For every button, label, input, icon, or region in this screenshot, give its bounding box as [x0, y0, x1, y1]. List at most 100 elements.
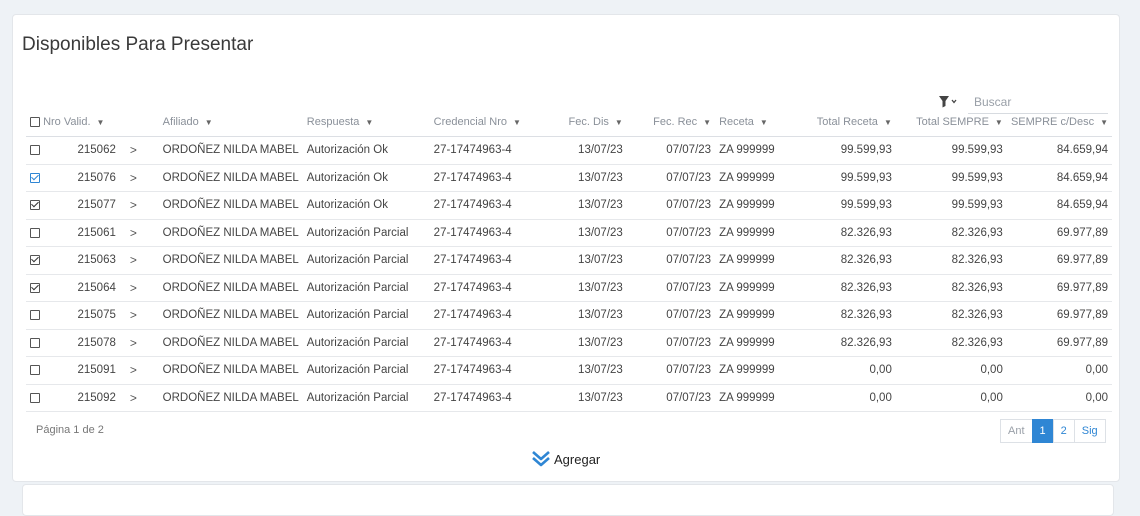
cell-total-sempre: 82.326,93 — [895, 219, 1007, 247]
select-all-checkbox[interactable] — [30, 117, 40, 128]
cell-credencial: 27-17474963-4 — [429, 219, 539, 247]
column-total-sempre[interactable]: Total SEMPRE ▼ — [895, 108, 1007, 137]
column-sempre-desc[interactable]: SEMPRE c/Desc ▼ — [1006, 108, 1112, 137]
page-1-button[interactable]: 1 — [1031, 419, 1054, 443]
chevron-right-icon[interactable]: > — [130, 281, 137, 295]
cell-sempre-desc: 84.659,94 — [1006, 191, 1112, 220]
cell-fec-rec: 07/07/23 — [626, 356, 716, 385]
table-row[interactable]: 215061 > ORDOÑEZ NILDA MABEL Autorización P… — [26, 219, 1112, 247]
column-nro-valid[interactable]: Nro Valid. ▼ — [26, 108, 126, 137]
chevron-right-icon[interactable]: > — [130, 308, 137, 322]
cell-total-sempre: 0,00 — [895, 384, 1007, 412]
cell-fec-rec: 07/07/23 — [626, 301, 716, 330]
add-button[interactable]: Agregar — [531, 450, 600, 468]
cell-fec-dis: 13/07/23 — [538, 191, 627, 220]
chevron-right-icon[interactable]: > — [130, 198, 137, 212]
cell-afiliado: ORDOÑEZ NILDA MABEL — [158, 329, 303, 357]
cell-receta: ZA 999999 — [715, 329, 792, 357]
cell-total-sempre: 99.599,93 — [895, 191, 1007, 220]
row-checkbox[interactable] — [30, 310, 40, 321]
cell-afiliado: ORDOÑEZ NILDA MABEL — [158, 191, 303, 220]
cell-afiliado: ORDOÑEZ NILDA MABEL — [158, 274, 303, 302]
cell-fec-rec: 07/07/23 — [626, 164, 716, 192]
page-2-button[interactable]: 2 — [1052, 419, 1075, 443]
cell-total-sempre: 99.599,93 — [895, 164, 1007, 192]
column-afiliado[interactable]: Afiliado ▼ — [158, 108, 303, 137]
sort-caret-icon: ▼ — [703, 118, 712, 127]
column-respuesta[interactable]: Respuesta ▼ — [302, 108, 430, 137]
cell-respuesta: Autorización Parcial — [302, 356, 430, 385]
cell-expand: > — [125, 301, 159, 330]
column-fec-rec[interactable]: Fec. Rec ▼ — [626, 108, 716, 137]
cell-fec-dis: 13/07/23 — [538, 301, 627, 330]
cell-credencial: 27-17474963-4 — [429, 356, 539, 385]
cell-nro: 215078 — [26, 329, 126, 357]
row-checkbox[interactable] — [30, 255, 40, 266]
cell-afiliado: ORDOÑEZ NILDA MABEL — [158, 219, 303, 247]
page-title: Disponibles Para Presentar — [22, 34, 254, 55]
cell-afiliado: ORDOÑEZ NILDA MABEL — [158, 136, 303, 165]
cell-receta: ZA 999999 — [715, 301, 792, 330]
chevron-right-icon[interactable]: > — [130, 226, 137, 240]
secondary-card — [22, 484, 1114, 516]
table-row[interactable]: 215064 > ORDOÑEZ NILDA MABEL Autorización P… — [26, 274, 1112, 302]
chevron-right-icon[interactable]: > — [130, 336, 137, 350]
column-receta[interactable]: Receta ▼ — [715, 108, 792, 137]
row-checkbox[interactable] — [30, 172, 40, 183]
row-checkbox[interactable] — [30, 227, 40, 238]
chevron-right-icon[interactable]: > — [130, 143, 137, 157]
table-row[interactable]: 215062 > ORDOÑEZ NILDA MABEL Autorización O… — [26, 136, 1112, 165]
cell-respuesta: Autorización Parcial — [302, 329, 430, 357]
chevron-right-icon[interactable]: > — [130, 253, 137, 267]
row-checkbox[interactable] — [30, 200, 40, 211]
chevron-right-icon[interactable]: > — [130, 391, 137, 405]
cell-total-receta: 0,00 — [791, 356, 896, 385]
table-header: Nro Valid. ▼ Afiliado ▼ Respuesta ▼ Credenc… — [26, 108, 1112, 137]
cell-credencial: 27-17474963-4 — [429, 384, 539, 412]
row-checkbox[interactable] — [30, 365, 40, 376]
cell-total-sempre: 82.326,93 — [895, 301, 1007, 330]
cell-expand: > — [125, 384, 159, 412]
prev-page-button[interactable]: Ant — [1000, 419, 1033, 443]
cell-credencial: 27-17474963-4 — [429, 301, 539, 330]
cell-total-receta: 99.599,93 — [791, 164, 896, 192]
table-row[interactable]: 215077 > ORDOÑEZ NILDA MABEL Autorización O… — [26, 191, 1112, 220]
table-row[interactable]: 215092 > ORDOÑEZ NILDA MABEL Autorización P… — [26, 384, 1112, 412]
column-total-receta[interactable]: Total Receta ▼ — [791, 108, 896, 137]
next-page-button[interactable]: Sig — [1073, 419, 1106, 443]
cell-total-receta: 82.326,93 — [791, 246, 896, 275]
sort-caret-icon: ▼ — [204, 118, 213, 127]
cell-nro: 215064 — [26, 274, 126, 302]
row-checkbox[interactable] — [30, 145, 40, 156]
table-row[interactable]: 215076 > ORDOÑEZ NILDA MABEL Autorización O… — [26, 164, 1112, 192]
add-label: Agregar — [554, 451, 601, 467]
chevron-right-icon[interactable]: > — [130, 171, 137, 185]
cell-total-receta: 0,00 — [791, 384, 896, 412]
cell-afiliado: ORDOÑEZ NILDA MABEL — [158, 356, 303, 385]
cell-receta: ZA 999999 — [715, 164, 792, 192]
row-checkbox[interactable] — [30, 337, 40, 348]
sort-caret-icon: ▼ — [1100, 118, 1108, 127]
cell-receta: ZA 999999 — [715, 384, 792, 412]
cell-afiliado: ORDOÑEZ NILDA MABEL — [158, 384, 303, 412]
row-checkbox[interactable] — [30, 282, 40, 293]
double-chevron-down-icon — [532, 451, 550, 467]
cell-respuesta: Autorización Parcial — [302, 219, 430, 247]
table-row[interactable]: 215078 > ORDOÑEZ NILDA MABEL Autorización P… — [26, 329, 1112, 357]
cell-respuesta: Autorización Ok — [302, 164, 430, 192]
sort-caret-icon: ▼ — [513, 118, 521, 127]
cell-respuesta: Autorización Parcial — [302, 246, 430, 275]
row-checkbox[interactable] — [30, 392, 40, 403]
column-fec-dis[interactable]: Fec. Dis ▼ — [538, 108, 627, 137]
cell-nro: 215076 — [26, 164, 126, 192]
cell-afiliado: ORDOÑEZ NILDA MABEL — [158, 246, 303, 275]
table-row[interactable]: 215075 > ORDOÑEZ NILDA MABEL Autorización P… — [26, 301, 1112, 330]
column-credencial[interactable]: Credencial Nro ▼ — [429, 108, 539, 137]
page-info: Página 1 de 2 — [36, 424, 104, 436]
table-row[interactable]: 215091 > ORDOÑEZ NILDA MABEL Autorización P… — [26, 356, 1112, 385]
sort-caret-icon: ▼ — [883, 118, 892, 127]
cell-total-sempre: 82.326,93 — [895, 274, 1007, 302]
chevron-right-icon[interactable]: > — [130, 363, 137, 377]
table-row[interactable]: 215063 > ORDOÑEZ NILDA MABEL Autorización P… — [26, 246, 1112, 275]
cell-fec-rec: 07/07/23 — [626, 384, 716, 412]
